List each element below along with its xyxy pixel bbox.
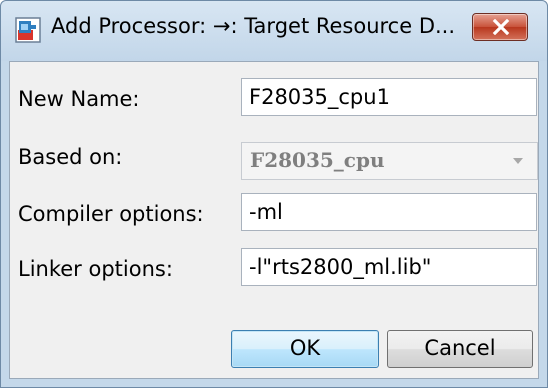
chevron-down-icon [513,158,523,164]
processor-app-icon [15,17,41,43]
close-x-icon [492,19,510,35]
linker-options-label: Linker options: [18,257,173,281]
based-on-value: F28035_cpu [250,148,385,172]
linker-options-input[interactable]: -l"rts2800_ml.lib" [241,248,537,286]
based-on-label: Based on: [18,145,123,169]
compiler-options-input[interactable]: -ml [241,193,537,231]
cancel-button[interactable]: Cancel [387,330,533,368]
based-on-dropdown: F28035_cpu [241,142,538,180]
close-button[interactable] [472,13,528,41]
add-processor-dialog: Add Processor: →: Target Resource D... N… [0,0,548,388]
window-title: Add Processor: →: Target Resource D... [51,14,456,38]
new-name-input[interactable]: F28035_cpu1 [241,78,537,116]
ok-button[interactable]: OK [231,330,379,368]
new-name-label: New Name: [18,87,140,111]
compiler-options-label: Compiler options: [18,202,204,226]
title-bar[interactable]: Add Processor: →: Target Resource D... [1,1,547,61]
